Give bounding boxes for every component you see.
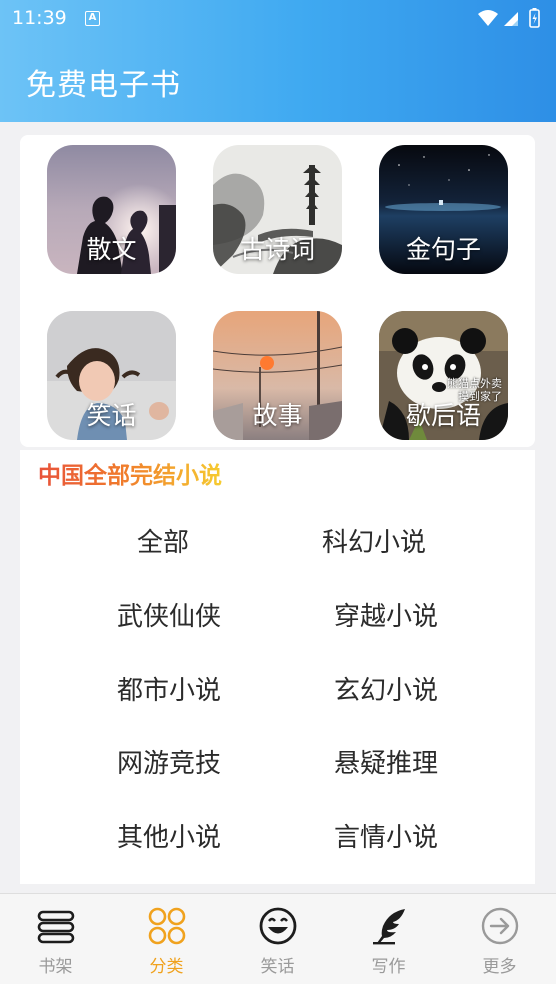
smiley-icon <box>259 907 297 945</box>
category-mystery[interactable]: 悬疑推理 <box>306 743 466 780</box>
novel-category-list: 中国全部完结小说 全部 科幻小说 武侠仙侠 穿越小说 都市小说 玄幻小说 网游竞… <box>20 450 535 884</box>
category-urban[interactable]: 都市小说 <box>89 670 249 707</box>
category-fantasy[interactable]: 玄幻小说 <box>306 670 466 707</box>
bottom-tab-bar: 书架 分类 笑话 写作 更多 <box>0 893 556 984</box>
wifi-icon <box>478 10 498 26</box>
category-gaming[interactable]: 网游竞技 <box>89 743 249 780</box>
category-other[interactable]: 其他小说 <box>89 817 249 854</box>
tab-more[interactable]: 更多 <box>444 894 555 984</box>
bookshelf-icon <box>37 910 75 944</box>
arrow-right-circle-icon <box>481 907 519 945</box>
tile-jokes[interactable]: 笑话 <box>47 311 176 440</box>
category-grid-icon <box>148 907 186 945</box>
status-time: 11:39 <box>12 7 67 29</box>
tab-label: 笑话 <box>260 957 295 977</box>
tile-prose[interactable]: 散文 <box>47 145 176 274</box>
tile-label: 笑话 <box>86 401 137 430</box>
tab-bookshelf[interactable]: 书架 <box>0 894 111 984</box>
tab-jokes[interactable]: 笑话 <box>222 894 333 984</box>
category-time-travel[interactable]: 穿越小说 <box>306 596 466 633</box>
tile-label: 古诗词 <box>239 235 315 264</box>
status-bar: 11:39 A <box>0 0 556 38</box>
section-title: 中国全部完结小说 <box>38 456 222 490</box>
tile-xiehouyu[interactable]: 熊猫点外卖 摸到家了 歇后语 <box>379 311 508 440</box>
tab-label: 分类 <box>149 957 184 977</box>
tile-label: 歇后语 <box>405 401 481 430</box>
category-romance[interactable]: 言情小说 <box>306 817 466 854</box>
tab-label: 更多 <box>482 957 517 977</box>
tile-label: 散文 <box>86 235 137 264</box>
category-all[interactable]: 全部 <box>83 522 243 559</box>
tile-classical-poetry[interactable]: 古诗词 <box>213 145 342 274</box>
app-header: 11:39 A 免费电子书 <box>0 0 556 122</box>
app-title: 免费电子书 <box>26 68 181 103</box>
tile-stories[interactable]: 故事 <box>213 311 342 440</box>
category-scifi[interactable]: 科幻小说 <box>294 522 454 559</box>
tab-category[interactable]: 分类 <box>111 894 222 984</box>
category-wuxia[interactable]: 武侠仙侠 <box>89 596 249 633</box>
status-icons <box>478 8 540 28</box>
notification-icon: A <box>85 11 100 26</box>
panda-caption-line: 熊猫点外卖 <box>447 377 502 390</box>
feather-pen-icon <box>373 909 405 945</box>
tile-quotes[interactable]: 金句子 <box>379 145 508 274</box>
tile-label: 金句子 <box>405 235 481 264</box>
tile-label: 故事 <box>252 401 303 430</box>
tab-label: 书架 <box>38 957 73 977</box>
category-grid: 散文 古诗词 金句子 笑话 故事 熊猫点外卖 摸到家了 歇后语 <box>20 135 535 447</box>
tab-label: 写作 <box>371 957 406 977</box>
tab-writing[interactable]: 写作 <box>333 894 444 984</box>
